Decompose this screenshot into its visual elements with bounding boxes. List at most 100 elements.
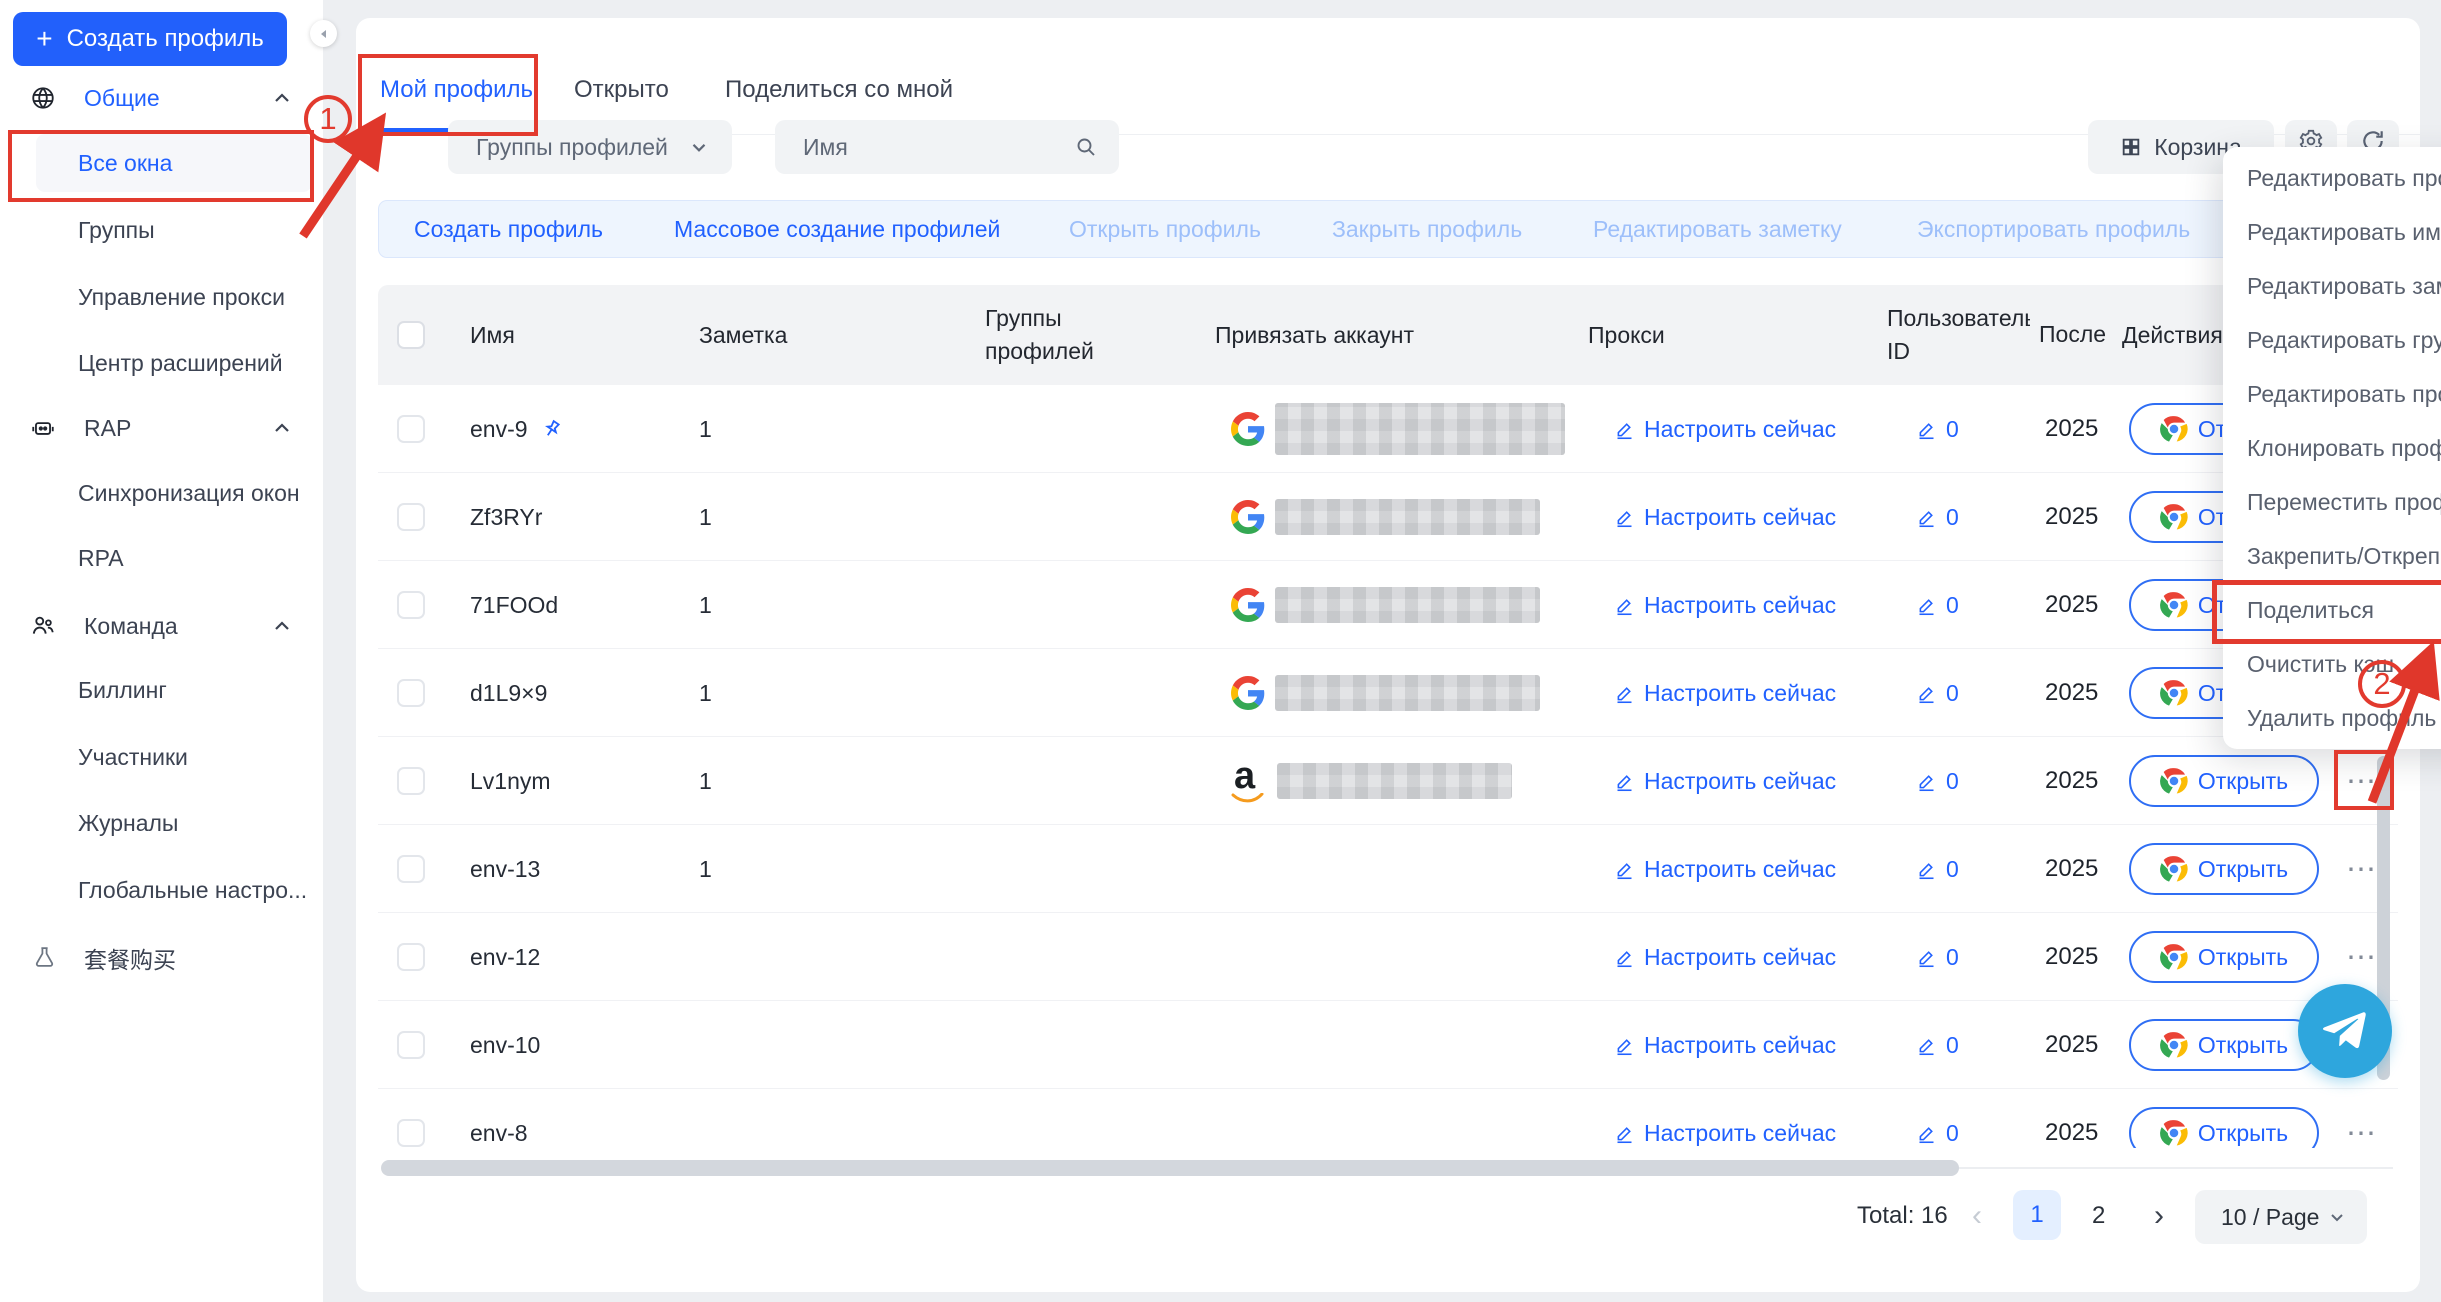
menu-edit-profile[interactable]: Редактировать профиль	[2223, 151, 2441, 205]
open-profile-button[interactable]: Открыть	[2129, 755, 2319, 807]
user-id-edit[interactable]: 0	[1916, 385, 1959, 473]
action-bulk-create[interactable]: Массовое создание профилей	[674, 201, 1000, 257]
table-row: env-9 1 Настроить сейчас 0 2025	[378, 385, 2398, 473]
menu-move-profile[interactable]: Переместить профиль	[2223, 475, 2441, 529]
note-value: 1	[699, 385, 712, 473]
menu-clone-profile[interactable]: Клонировать профиль	[2223, 421, 2441, 475]
configure-proxy-link[interactable]: Настроить сейчас	[1614, 825, 1836, 913]
row-checkbox[interactable]	[397, 1119, 425, 1147]
user-id-edit[interactable]: 0	[1916, 1089, 1959, 1148]
configure-proxy-link[interactable]: Настроить сейчас	[1614, 385, 1836, 473]
action-close-profile[interactable]: Закрыть профиль	[1332, 201, 1522, 257]
open-profile-button[interactable]: Открыть	[2129, 1019, 2319, 1071]
sidebar-item-label: Команда	[84, 613, 178, 640]
plus-icon: +	[36, 25, 52, 53]
tab-opened[interactable]: Открыто	[574, 76, 669, 104]
chrome-icon	[2160, 943, 2188, 971]
flask-icon	[32, 945, 58, 971]
open-profile-button[interactable]: Открыть	[2129, 931, 2319, 983]
sidebar-item-proxy-management[interactable]: Управление прокси	[0, 270, 323, 324]
menu-edit-name[interactable]: Редактировать имя	[2223, 205, 2441, 259]
row-checkbox[interactable]	[397, 1031, 425, 1059]
row-more-button[interactable]: ⋯	[2336, 1089, 2386, 1148]
sidebar-item-label: RPA	[78, 545, 124, 572]
menu-delete-profile[interactable]: Удалить профиль	[2223, 691, 2441, 745]
horizontal-scrollbar[interactable]	[381, 1160, 1959, 1176]
chrome-icon	[2160, 679, 2188, 707]
action-open-profile[interactable]: Открыть профиль	[1069, 201, 1261, 257]
row-checkbox[interactable]	[397, 943, 425, 971]
page-size-select[interactable]: 10 / Page	[2195, 1190, 2367, 1244]
tab-shared-with-me[interactable]: Поделиться со мной	[725, 76, 953, 104]
menu-edit-proxy[interactable]: Редактировать прокси	[2223, 367, 2441, 421]
sidebar-item-label: 套餐购买	[84, 941, 176, 975]
edit-icon	[1916, 507, 1937, 528]
edit-icon	[1916, 1123, 1937, 1144]
user-id-edit[interactable]: 0	[1916, 737, 1959, 825]
sidebar-section-general[interactable]: Общие	[0, 71, 323, 125]
sidebar-item-groups[interactable]: Группы	[0, 203, 323, 257]
open-profile-button[interactable]: Открыть	[2129, 843, 2319, 895]
sidebar-item-window-sync[interactable]: Синхронизация окон	[0, 466, 323, 520]
row-checkbox[interactable]	[397, 679, 425, 707]
sidebar-item-members[interactable]: Участники	[0, 730, 323, 784]
menu-edit-group[interactable]: Редактировать группу	[2223, 313, 2441, 367]
menu-pin-unpin[interactable]: Закрепить/Открепить	[2223, 529, 2441, 583]
last-open-value: 2025	[2045, 913, 2098, 1001]
configure-proxy-link[interactable]: Настроить сейчас	[1614, 561, 1836, 649]
pagination-page-1[interactable]: 1	[2013, 1190, 2061, 1240]
row-checkbox[interactable]	[397, 767, 425, 795]
edit-icon	[1614, 683, 1635, 704]
sidebar-item-plan-purchase[interactable]: 套餐购买	[0, 931, 323, 985]
chrome-icon	[2160, 1031, 2188, 1059]
pin-icon	[540, 417, 564, 441]
chrome-icon	[2160, 855, 2188, 883]
sidebar-collapse-button[interactable]	[310, 20, 337, 47]
sidebar-section-rap[interactable]: RAP	[0, 401, 323, 455]
chevron-up-icon	[272, 616, 292, 636]
menu-clear-cache[interactable]: Очистить кэш	[2223, 637, 2441, 691]
action-create-profile[interactable]: Создать профиль	[414, 201, 603, 257]
configure-proxy-link[interactable]: Настроить сейчас	[1614, 1089, 1836, 1148]
configure-proxy-link[interactable]: Настроить сейчас	[1614, 473, 1836, 561]
sidebar-section-team[interactable]: Команда	[0, 599, 323, 653]
row-checkbox[interactable]	[397, 415, 425, 443]
chrome-icon	[2160, 503, 2188, 531]
profile-name: Lv1nym	[470, 737, 551, 825]
configure-proxy-link[interactable]: Настроить сейчас	[1614, 649, 1836, 737]
user-id-edit[interactable]: 0	[1916, 825, 1959, 913]
configure-proxy-link[interactable]: Настроить сейчас	[1614, 1001, 1836, 1089]
col-bind-account: Привязать аккаунт	[1215, 285, 1414, 385]
sidebar-item-logs[interactable]: Журналы	[0, 796, 323, 850]
user-id-edit[interactable]: 0	[1916, 1001, 1959, 1089]
redacted-account-text	[1277, 763, 1512, 799]
open-profile-button[interactable]: Открыть	[2129, 1107, 2319, 1148]
configure-proxy-link[interactable]: Настроить сейчас	[1614, 737, 1836, 825]
user-id-edit[interactable]: 0	[1916, 473, 1959, 561]
user-id-edit[interactable]: 0	[1916, 561, 1959, 649]
row-checkbox[interactable]	[397, 503, 425, 531]
menu-edit-note[interactable]: Редактировать заметку	[2223, 259, 2441, 313]
action-edit-note[interactable]: Редактировать заметку	[1593, 201, 1842, 257]
pagination-next-button[interactable]: ›	[2154, 1190, 2164, 1242]
select-all-checkbox[interactable]	[397, 321, 425, 349]
sidebar-item-rpa[interactable]: RPA	[0, 531, 323, 585]
action-export-profile[interactable]: Экспортировать профиль	[1917, 201, 2190, 257]
name-search-input[interactable]: Имя	[775, 120, 1119, 174]
sidebar-item-billing[interactable]: Биллинг	[0, 663, 323, 717]
user-id-edit[interactable]: 0	[1916, 649, 1959, 737]
annotation-box-more-button	[2334, 750, 2394, 810]
pagination-prev-button[interactable]: ‹	[1972, 1190, 1982, 1242]
create-profile-button[interactable]: + Создать профиль	[13, 12, 287, 66]
last-open-value: 2025	[2045, 825, 2098, 913]
user-id-edit[interactable]: 0	[1916, 913, 1959, 1001]
pagination-page-2[interactable]: 2	[2092, 1190, 2105, 1242]
table-row: Lv1nym 1 a Настроить сейчас 0 2025 Отк	[378, 737, 2398, 825]
sidebar-item-global-settings[interactable]: Глобальные настро...	[0, 863, 323, 917]
telegram-button[interactable]	[2298, 984, 2392, 1078]
sidebar-item-extension-center[interactable]: Центр расширений	[0, 336, 323, 390]
configure-proxy-link[interactable]: Настроить сейчас	[1614, 913, 1836, 1001]
row-checkbox[interactable]	[397, 591, 425, 619]
last-open-value: 2025	[2045, 737, 2098, 825]
row-checkbox[interactable]	[397, 855, 425, 883]
